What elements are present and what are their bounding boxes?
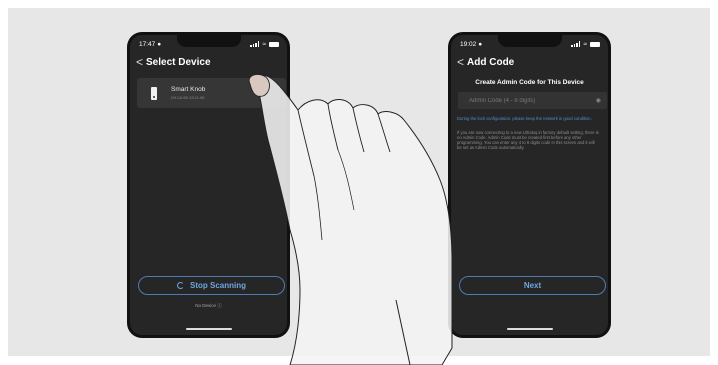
stop-scanning-label: Stop Scanning	[190, 281, 246, 290]
device-list-item[interactable]: Smart Knob D9:2A:9E:15:11:98	[137, 78, 286, 108]
page-title: Select Device	[146, 56, 211, 68]
next-button[interactable]: Next	[459, 276, 606, 295]
no-device-label: No Device	[195, 303, 216, 308]
phone-add-code: 19:02 ● ≈ < Add Code Create Admin Code f…	[448, 32, 611, 338]
signal-icon	[250, 41, 260, 47]
page-title: Add Code	[467, 56, 515, 68]
person-icon: ●	[157, 40, 162, 48]
battery-icon	[269, 41, 279, 47]
wifi-icon: ≈	[583, 40, 587, 48]
section-title: Create Admin Code for This Device	[475, 79, 584, 86]
nav-bar: < Select Device	[136, 55, 281, 69]
network-notice: During the lock configuration, please ke…	[457, 116, 592, 121]
signal-icon	[571, 41, 581, 47]
admin-code-field[interactable]: ◉	[458, 92, 607, 109]
next-button-label: Next	[523, 281, 542, 290]
phone-notch	[497, 35, 562, 47]
device-mac-address: D9:2A:9E:15:11:98	[171, 95, 205, 100]
status-time: 17:47	[139, 40, 156, 48]
home-indicator	[185, 328, 232, 330]
phone-select-device: 17:47 ● ≈ < Select Device Smart Knob D9:…	[127, 32, 290, 338]
loading-spinner-icon	[177, 282, 184, 289]
device-text: Smart Knob D9:2A:9E:15:11:98	[171, 86, 205, 100]
back-chevron-icon[interactable]: <	[457, 56, 464, 68]
status-time: 19:02	[460, 40, 477, 48]
phone-notch	[176, 35, 241, 47]
admin-code-input[interactable]	[469, 97, 596, 104]
phone-screen: 19:02 ● ≈ < Add Code Create Admin Code f…	[451, 35, 608, 335]
device-name: Smart Knob	[171, 86, 206, 93]
wifi-icon: ≈	[262, 40, 266, 48]
admin-code-instructions: If you are now connecting to a new Ultra…	[457, 130, 599, 150]
home-indicator	[506, 328, 553, 330]
nav-bar: < Add Code	[457, 55, 602, 69]
person-icon: ●	[478, 40, 483, 48]
eye-visibility-icon[interactable]: ◉	[596, 97, 601, 104]
question-circle-icon: ⓘ	[217, 303, 222, 308]
phone-screen: 17:47 ● ≈ < Select Device Smart Knob D9:…	[130, 35, 287, 335]
smart-knob-device-icon	[151, 86, 157, 100]
no-device-link[interactable]: No Device ⓘ	[130, 303, 287, 309]
back-chevron-icon[interactable]: <	[136, 56, 143, 68]
battery-icon	[590, 41, 600, 47]
stop-scanning-button[interactable]: Stop Scanning	[138, 276, 285, 295]
